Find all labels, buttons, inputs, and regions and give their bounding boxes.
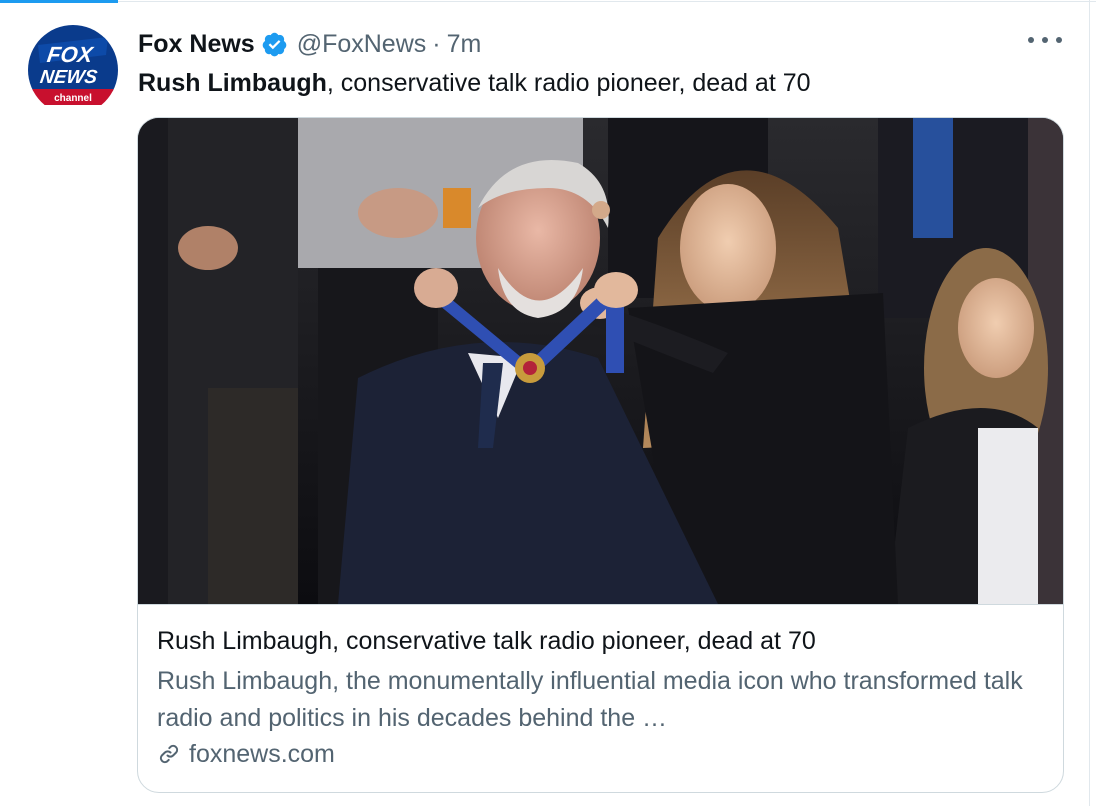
card-description: Rush Limbaugh, the monumentally influent… (157, 667, 1023, 732)
author-handle[interactable]: @FoxNews (297, 30, 427, 59)
tweet[interactable]: FOX NEWS channel Fox News @FoxNews · 7m … (0, 0, 1090, 806)
author-display-name[interactable]: Fox News (138, 30, 255, 59)
tweet-timestamp[interactable]: 7m (447, 30, 482, 59)
link-icon (159, 744, 179, 764)
tweet-text: Rush Limbaugh, conservative talk radio p… (138, 66, 811, 100)
svg-text:FOX: FOX (46, 42, 96, 67)
avatar[interactable]: FOX NEWS channel (28, 25, 118, 115)
svg-text:NEWS: NEWS (39, 67, 99, 88)
fox-news-logo: FOX NEWS channel (28, 25, 118, 115)
card-body[interactable]: Rush Limbaugh, conservative talk radio p… (138, 604, 1063, 792)
tweet-text-bold: Rush Limbaugh (138, 69, 327, 97)
link-preview-card[interactable]: Rush Limbaugh, conservative talk radio p… (137, 117, 1064, 793)
verified-badge-icon (262, 32, 287, 56)
more-dot (1028, 37, 1034, 43)
news-photo (138, 118, 1063, 604)
more-dot (1042, 37, 1048, 43)
card-title: Rush Limbaugh, conservative talk radio p… (157, 627, 816, 655)
card-image[interactable] (138, 118, 1063, 604)
card-domain-text[interactable]: foxnews.com (189, 738, 335, 770)
tweet-text-rest: , conservative talk radio pioneer, dead … (326, 69, 811, 97)
more-dot (1056, 37, 1062, 43)
card-domain[interactable]: foxnews.com (157, 738, 335, 770)
separator-dot: · (432, 29, 441, 58)
more-horizontal-icon[interactable] (1028, 28, 1062, 52)
tweet-header: Fox News @FoxNews · 7m (138, 27, 481, 61)
svg-text:channel: channel (54, 93, 92, 104)
